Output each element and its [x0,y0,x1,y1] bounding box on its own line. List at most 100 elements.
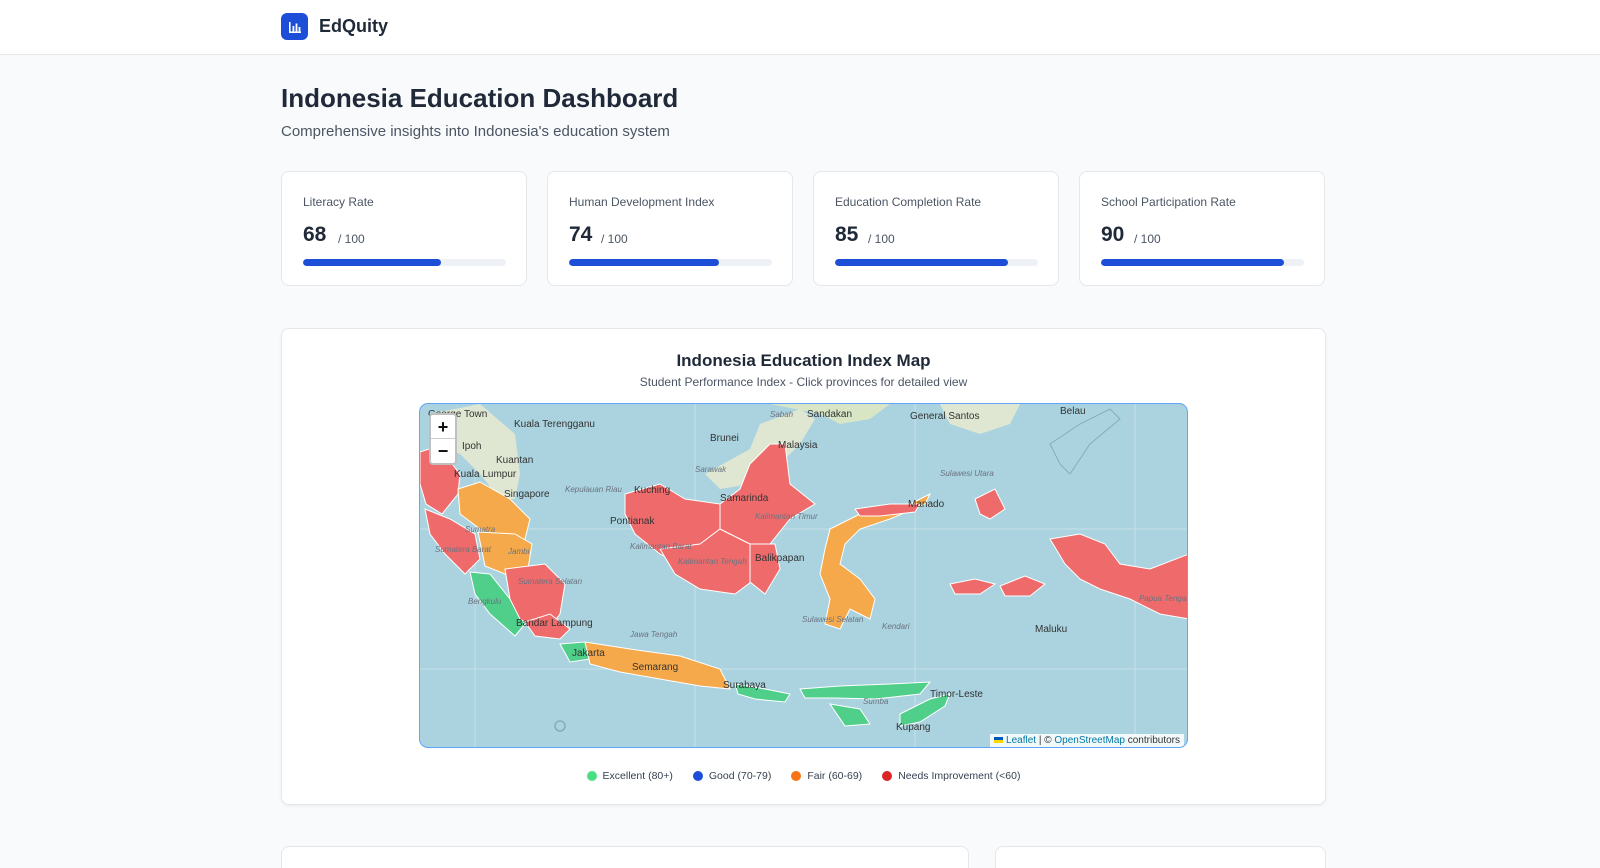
map-canvas[interactable]: George Town Kuala Terengganu Ipoh Kuanta… [420,404,1188,748]
stat-label: Education Completion Rate [835,195,982,209]
place-label: Jawa Tengah [629,630,678,639]
place-label: Kalimantan Tengah [678,557,747,566]
top-navbar: EdQuity [0,0,1600,55]
map-title: Indonesia Education Index Map [676,351,931,370]
place-label: Kendari [882,622,910,631]
legend-item-fair: Fair (60-69) [791,770,862,782]
reef-marker [554,720,566,732]
place-label: Sarawak [695,465,727,474]
stat-label: School Participation Rate [1101,195,1236,209]
place-label: Surabaya [723,680,766,691]
place-label: Jakarta [572,648,605,659]
bar-chart-icon [288,21,301,33]
place-label: Sulawesi Selatan [802,615,864,624]
zoom-in-button[interactable]: + [431,415,455,439]
place-label: Samarinda [720,493,769,504]
trench-line [1049,408,1121,475]
province-maluku-utara[interactable] [974,488,1006,520]
place-label: Sumatera Selatan [518,577,583,586]
progress-fill [835,259,1008,266]
province-seram[interactable] [949,578,997,595]
ukraine-flag-icon [994,737,1004,744]
place-label: Semarang [632,662,678,673]
stat-card-literacy: Literacy Rate 68 / 100 [281,171,527,286]
place-label: Timor-Leste [930,689,983,700]
stat-value: 74 [569,223,593,246]
province-maluku[interactable] [999,575,1046,597]
place-label: Jambi [507,547,530,556]
stat-label: Literacy Rate [303,195,374,209]
map-subtitle: Student Performance Index - Click provin… [639,375,968,389]
page-title: Indonesia Education Dashboard [281,83,679,113]
place-label: Balikpapan [755,553,804,564]
province-papua[interactable] [1049,533,1188,620]
progress-track [569,259,772,266]
stat-unit: / 100 [338,232,365,246]
attribution-contributors: contributors [1127,735,1180,746]
leaflet-link[interactable]: Leaflet [1006,735,1036,746]
brand-name[interactable]: EdQuity [319,16,388,37]
place-label: Singapore [504,489,550,500]
place-label: Kuala Terengganu [514,419,595,430]
place-label: Papua Tengah [1139,594,1188,603]
place-label: Bandar Lampung [516,618,593,629]
legend-label: Needs Improvement (<60) [898,770,1021,782]
map-attribution: Leaflet | © OpenStreetMap contributors [990,734,1184,747]
place-label: Kuantan [496,455,533,466]
place-label: Pontianak [610,516,655,527]
place-label: Sumatera Barat [435,545,492,554]
legend-label: Good (70-79) [708,770,772,782]
place-label: Maluku [1035,624,1067,635]
legend-label: Fair (60-69) [807,770,863,782]
education-map[interactable]: George Town Kuala Terengganu Ipoh Kuanta… [419,403,1188,748]
place-label: Malaysia [778,440,818,451]
progress-track [303,259,506,266]
attribution-separator: | © [1038,735,1052,746]
place-label: Belau [1060,406,1086,417]
stat-unit: / 100 [868,232,895,246]
zoom-out-button[interactable]: − [431,439,455,463]
stat-card-completion: Education Completion Rate 85 / 100 [813,171,1059,286]
legend-swatch [882,771,893,781]
place-label: Sulawesi Utara [940,469,994,478]
bottom-card-right [995,846,1326,868]
progress-fill [569,259,720,266]
place-label: Kepulauan Riau [565,485,622,494]
place-label: Kalimantan Timur [755,512,818,521]
place-label: Kalimantan Barat [630,542,692,551]
stat-value: 85 [835,223,859,246]
province-sumba[interactable] [828,703,871,727]
place-label: Kupang [896,722,930,733]
stat-value: 68 [303,223,327,246]
legend-swatch [586,771,597,781]
place-label: Brunei [710,433,739,444]
place-label: Manado [908,499,945,510]
place-label: Sumba [863,697,889,706]
stat-label: Human Development Index [569,195,715,209]
logo-icon[interactable] [281,13,308,40]
place-label: Sandakan [807,409,852,420]
progress-track [835,259,1038,266]
bottom-card-left [281,846,969,868]
place-label: Ipoh [462,441,481,452]
osm-link[interactable]: OpenStreetMap [1054,735,1125,746]
map-legend: Excellent (80+) Good (70-79) Fair (60-69… [282,770,1325,782]
place-label: Sumatra [465,525,496,534]
legend-swatch [692,771,703,781]
page-subtitle: Comprehensive insights into Indonesia's … [281,123,670,140]
legend-item-excellent: Excellent (80+) [586,770,673,782]
legend-item-good: Good (70-79) [692,770,772,782]
progress-track [1101,259,1304,266]
progress-fill [303,259,442,266]
stat-unit: / 100 [601,232,628,246]
stat-card-participation: School Participation Rate 90 / 100 [1079,171,1325,286]
province-kalimantan-selatan[interactable] [749,543,781,595]
place-label: Bengkulu [468,597,502,606]
legend-swatch [791,771,802,781]
stat-unit: / 100 [1134,232,1161,246]
stat-value: 90 [1101,223,1125,246]
legend-label: Excellent (80+) [602,770,673,782]
place-label: General Santos [910,411,980,422]
stat-card-hdi: Human Development Index 74 / 100 [547,171,793,286]
place-label: Sabah [770,410,794,419]
